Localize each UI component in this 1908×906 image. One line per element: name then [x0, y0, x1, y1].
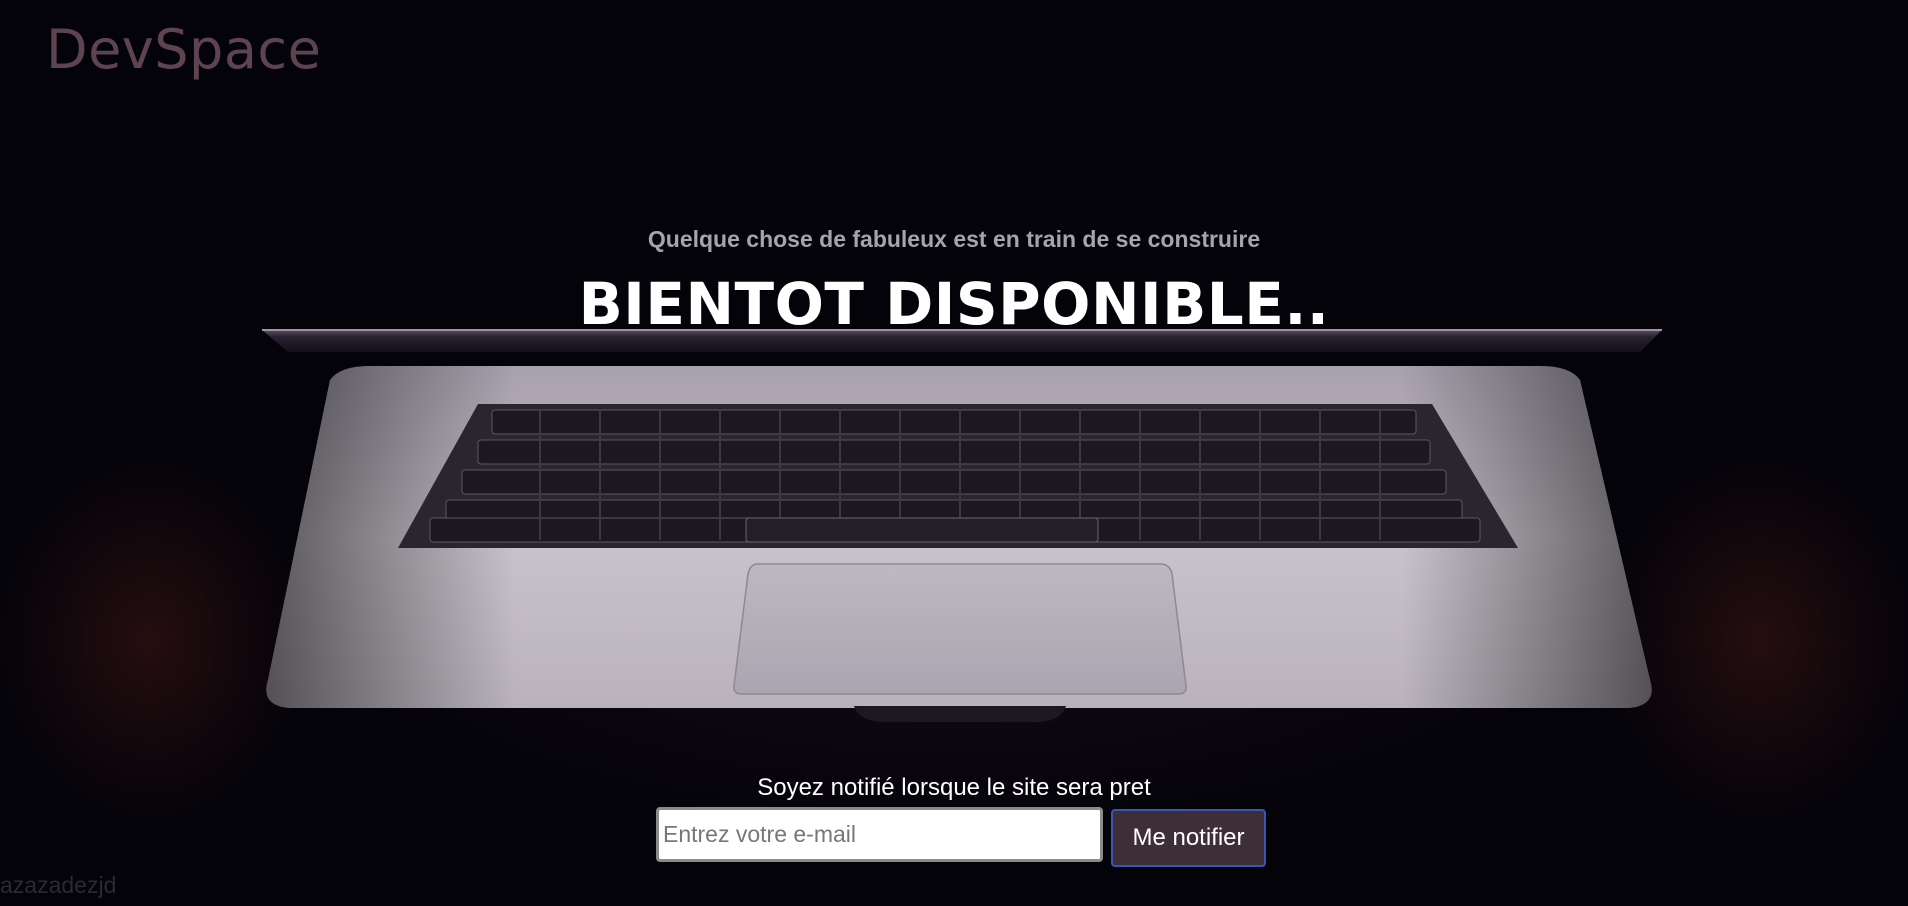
hero-headline: BIENTOT DISPONIBLE.. [578, 270, 1330, 338]
trackpad [733, 563, 1187, 695]
brand-logo[interactable]: DevSpace [46, 18, 321, 81]
email-input[interactable] [656, 807, 1103, 862]
footer-text: azazadezjd [0, 872, 117, 898]
hero-background [0, 0, 1908, 906]
notify-button[interactable]: Me notifier [1111, 809, 1266, 867]
hero-tagline: Quelque chose de fabuleux est en train d… [647, 226, 1261, 252]
laptop-image [262, 329, 1662, 722]
notify-label: Soyez notifié lorsque le site sera pret [757, 774, 1151, 801]
